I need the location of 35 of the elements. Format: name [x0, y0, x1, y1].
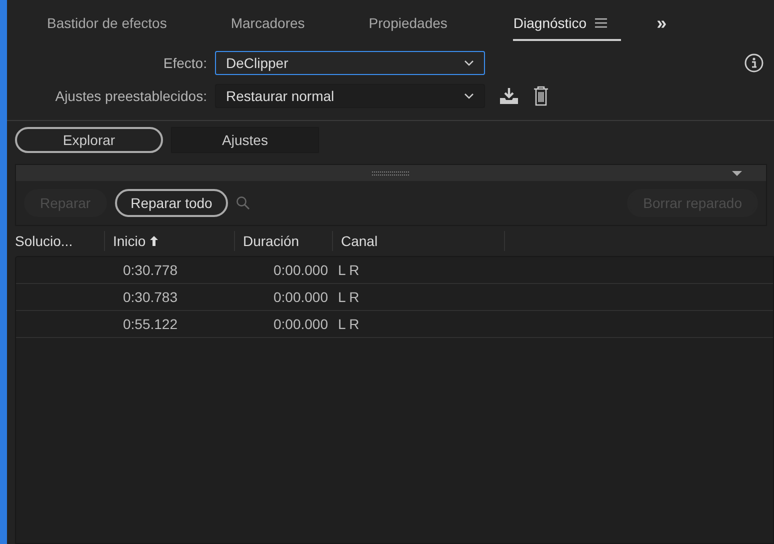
effect-label: Efecto: [162, 54, 207, 70]
table-cell-text: L R [337, 262, 360, 278]
effect-dropdown[interactable]: DeClipper [215, 50, 485, 74]
column-header[interactable]: Canal [333, 231, 505, 251]
table-cell-text: L R [337, 289, 360, 305]
table-cell-text: 0:30.778 [122, 262, 178, 278]
panel-tab[interactable]: Propiedades [368, 5, 448, 41]
table-cell-text: 0:00.000 [272, 289, 329, 305]
info-icon[interactable] [744, 52, 764, 72]
panel-tab[interactable]: Marcadores [230, 5, 305, 41]
panel-tab[interactable]: Diagnóstico [513, 5, 621, 41]
panel-tab[interactable]: Bastidor de efectos [47, 5, 167, 41]
table-cell-text: 0:55.122 [122, 316, 178, 332]
table-cell-text: L R [337, 316, 360, 332]
download-icon[interactable] [499, 86, 519, 104]
sort-arrow-icon [150, 236, 158, 246]
dropdown-triangle-icon[interactable] [732, 171, 742, 176]
menu-icon[interactable] [594, 18, 607, 28]
table-cell-text: 0:00.000 [272, 262, 329, 278]
repair-button[interactable]: Reparar todo [114, 189, 228, 217]
column-header[interactable]: Duración [235, 231, 333, 251]
table-cell-text: 0:00.000 [272, 316, 329, 332]
search-icon[interactable] [236, 196, 250, 210]
overflow-button[interactable]: » [656, 12, 667, 34]
preset-dropdown[interactable]: Restaurar normal [215, 84, 485, 108]
mode-tab[interactable]: Ajustes [171, 127, 319, 153]
column-header[interactable]: Solucio... [7, 231, 105, 251]
preset-label: Ajustes preestablecidos: [54, 88, 207, 104]
chevron-icon [464, 60, 474, 66]
mode-tab[interactable]: Explorar [15, 127, 163, 153]
table-cell-text: 0:30.783 [122, 289, 178, 305]
chevron-icon [464, 92, 474, 98]
column-header[interactable]: Inicio [105, 231, 235, 251]
grip-icon[interactable] [371, 170, 411, 176]
trash-icon[interactable] [533, 86, 549, 106]
